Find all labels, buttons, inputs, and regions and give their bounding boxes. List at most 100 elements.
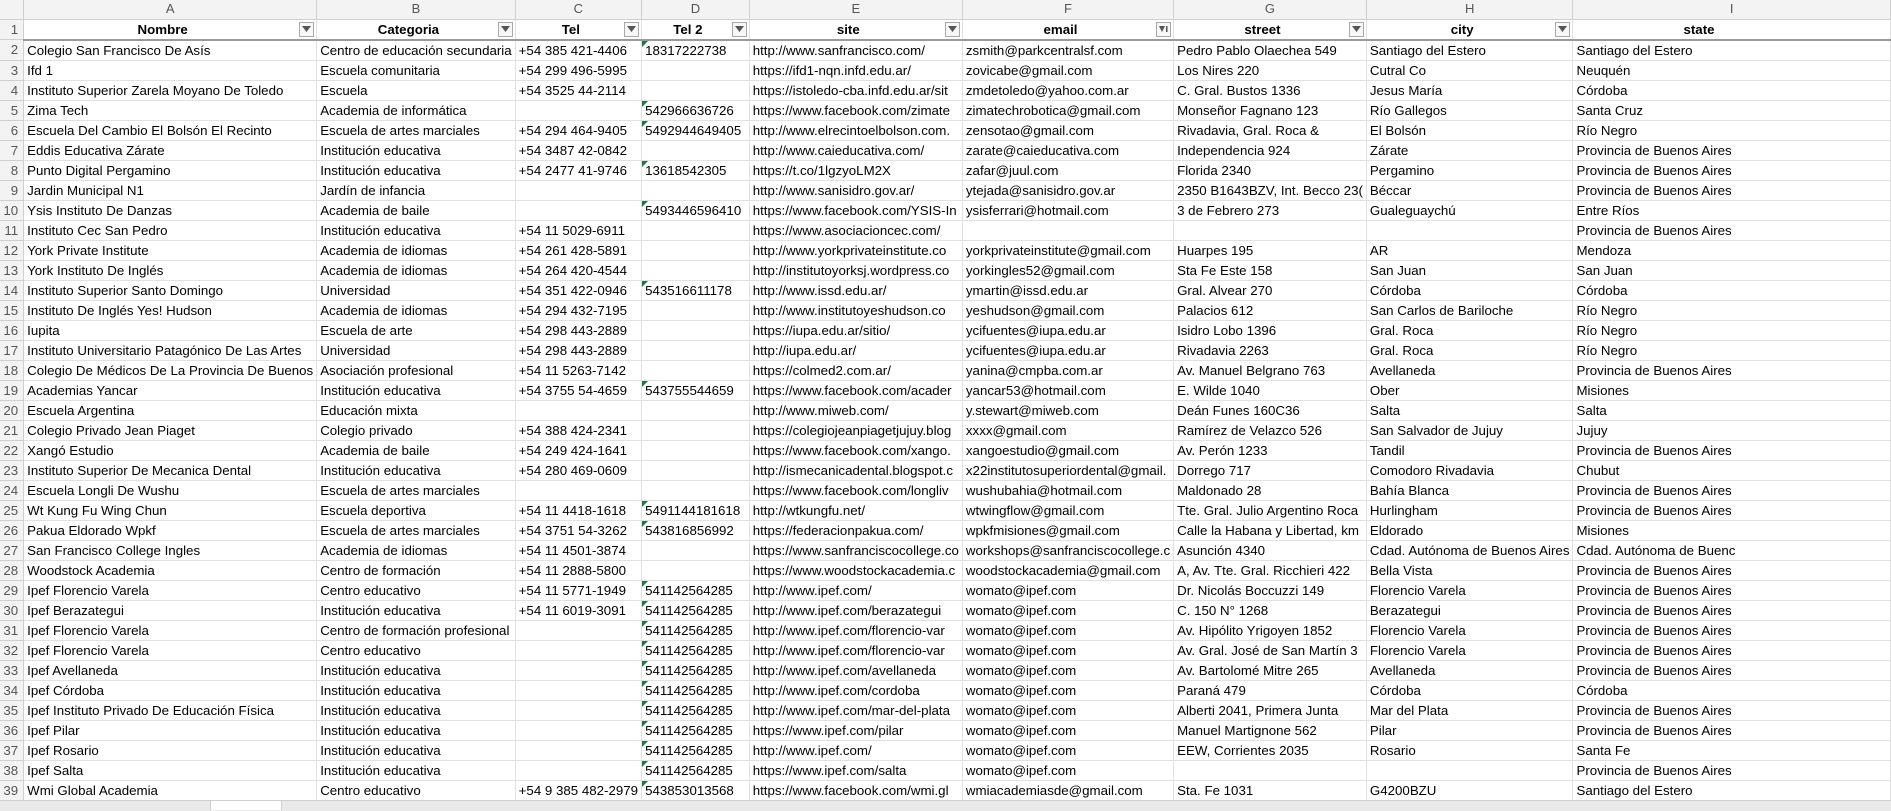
cell-tel2[interactable] [641,540,750,561]
cell-street[interactable]: 3 de Febrero 273 [1173,200,1367,221]
cell-nombre[interactable]: Eddis Educativa Zárate [23,140,318,161]
cell-tel2[interactable] [641,360,750,381]
cell-street[interactable]: Dr. Nicolás Boccuzzi 149 [1173,580,1367,601]
row-number[interactable]: 29 [0,580,25,601]
cell-categoria[interactable]: Academia de idiomas [316,300,516,321]
cell-street[interactable]: Los Nires 220 [1173,60,1367,81]
cell-site[interactable]: http://www.yorkprivateinstitute.co [749,240,963,261]
cell-nombre[interactable]: Iupita [23,320,318,341]
cell-tel2[interactable]: 543853013568 [641,780,750,800]
cell-street[interactable] [1173,220,1367,241]
cell-tel[interactable] [515,700,643,721]
cell-email[interactable]: zafar@juul.com [962,160,1175,181]
row-number[interactable]: 13 [0,260,25,281]
cell-site[interactable]: https://istoledo-cba.infd.edu.ar/sit [749,80,963,101]
row-number[interactable]: 27 [0,540,25,561]
cell-state[interactable]: Provincia de Buenos Aires [1572,560,1891,581]
cell-tel2[interactable]: 543816856992 [641,520,750,541]
cell-street[interactable]: Av. Perón 1233 [1173,440,1367,461]
cell-tel[interactable]: +54 3751 54-3262 [515,520,643,541]
cell-email[interactable]: yancar53@hotmail.com [962,380,1175,401]
cell-nombre[interactable]: Instituto Superior Santo Domingo [23,280,318,301]
cell-categoria[interactable]: Escuela de artes marciales [316,120,516,141]
cell-city[interactable]: Zárate [1366,140,1574,161]
cell-categoria[interactable]: Escuela comunitaria [316,60,516,81]
cell-state[interactable]: Provincia de Buenos Aires [1572,500,1891,521]
cell-state[interactable]: Provincia de Buenos Aires [1572,140,1891,161]
header-cell-city[interactable]: city [1366,19,1574,41]
cell-city[interactable]: Comodoro Rivadavia [1366,460,1574,481]
cell-state[interactable]: Misiones [1572,520,1891,541]
cell-street[interactable]: Maldonado 28 [1173,480,1367,501]
cell-categoria[interactable]: Academia de idiomas [316,540,516,561]
cell-email[interactable]: ysisferrari@hotmail.com [962,200,1175,221]
cell-tel[interactable]: +54 264 420-4544 [515,260,643,281]
cell-email[interactable]: womato@ipef.com [962,580,1175,601]
row-number[interactable]: 21 [0,420,25,441]
cell-tel[interactable]: +54 388 424-2341 [515,420,643,441]
cell-city[interactable]: Cutral Co [1366,60,1574,81]
cell-email[interactable]: womato@ipef.com [962,740,1175,761]
cell-tel[interactable] [515,720,643,741]
cell-street[interactable]: Huarpes 195 [1173,240,1367,261]
cell-email[interactable]: zsmith@parkcentralsf.com [962,39,1175,61]
cell-categoria[interactable]: Centro educativo [316,580,516,601]
cell-tel[interactable]: +54 280 469-0609 [515,460,643,481]
cell-categoria[interactable]: Institución educativa [316,140,516,161]
cell-street[interactable]: A, Av. Tte. Gral. Ricchieri 422 [1173,560,1367,581]
cell-state[interactable]: Entre Ríos [1572,200,1891,221]
cell-city[interactable]: Bella Vista [1366,560,1574,581]
cell-tel[interactable] [515,760,643,781]
cell-categoria[interactable]: Institución educativa [316,160,516,181]
cell-email[interactable]: ytejada@sanisidro.gov.ar [962,180,1175,201]
cell-city[interactable]: Pilar [1366,720,1574,741]
cell-tel[interactable] [515,200,643,221]
cell-email[interactable]: womato@ipef.com [962,760,1175,781]
cell-categoria[interactable]: Centro educativo [316,780,516,800]
row-number[interactable]: 25 [0,500,25,521]
filter-dropdown-icon[interactable] [497,21,513,37]
cell-email[interactable]: woodstockacademia@gmail.com [962,560,1175,581]
cell-site[interactable]: https://www.facebook.com/wmi.gl [749,780,963,800]
cell-state[interactable]: Río Negro [1572,120,1891,141]
cell-tel[interactable] [515,400,643,421]
cell-categoria[interactable]: Institución educativa [316,460,516,481]
cell-email[interactable]: womato@ipef.com [962,620,1175,641]
cell-categoria[interactable]: Academia de informática [316,100,516,121]
cell-state[interactable]: Cdad. Autónoma de Buenc [1572,540,1891,561]
cell-city[interactable] [1366,220,1574,241]
cell-city[interactable]: Jesus María [1366,80,1574,101]
cell-city[interactable]: Córdoba [1366,680,1574,701]
cell-tel[interactable]: +54 2477 41-9746 [515,160,643,181]
cell-categoria[interactable]: Institución educativa [316,220,516,241]
cell-categoria[interactable]: Centro de educación secundaria [316,39,516,61]
cell-street[interactable]: Calle la Habana y Libertad, km [1173,520,1367,541]
cell-tel2[interactable] [641,440,750,461]
cell-email[interactable]: yeshudson@gmail.com [962,300,1175,321]
cell-street[interactable]: Paraná 479 [1173,680,1367,701]
cell-tel2[interactable]: 541142564285 [641,620,750,641]
cell-categoria[interactable]: Institución educativa [316,600,516,621]
cell-nombre[interactable]: Instituto Superior Zarela Moyano De Tole… [23,80,318,101]
cell-tel[interactable] [515,640,643,661]
cell-site[interactable]: https://www.facebook.com/YSIS-In [749,200,963,221]
filter-dropdown-icon[interactable] [944,21,960,37]
cell-state[interactable]: Provincia de Buenos Aires [1572,600,1891,621]
cell-state[interactable]: Río Negro [1572,320,1891,341]
cell-state[interactable]: Santa Cruz [1572,100,1891,121]
cell-categoria[interactable]: Institución educativa [316,700,516,721]
cell-street[interactable]: Rivadavia 2263 [1173,340,1367,361]
cell-site[interactable]: https://colmed2.com.ar/ [749,360,963,381]
cell-email[interactable]: ymartin@issd.edu.ar [962,280,1175,301]
cell-site[interactable]: http://www.issd.edu.ar/ [749,280,963,301]
cell-site[interactable]: http://www.ipef.com/florencio-var [749,620,963,641]
cell-tel2[interactable]: 541142564285 [641,680,750,701]
cell-site[interactable]: http://www.ipef.com/ [749,580,963,601]
cell-street[interactable]: C. 150 N° 1268 [1173,600,1367,621]
cell-state[interactable]: Misiones [1572,380,1891,401]
cell-nombre[interactable]: Ipef Florencio Varela [23,580,318,601]
cell-site[interactable]: https://colegiojeanpiagetjujuy.blog [749,420,963,441]
cell-street[interactable]: Isidro Lobo 1396 [1173,320,1367,341]
cell-city[interactable]: Florencio Varela [1366,580,1574,601]
cell-nombre[interactable]: Ipef Berazategui [23,600,318,621]
